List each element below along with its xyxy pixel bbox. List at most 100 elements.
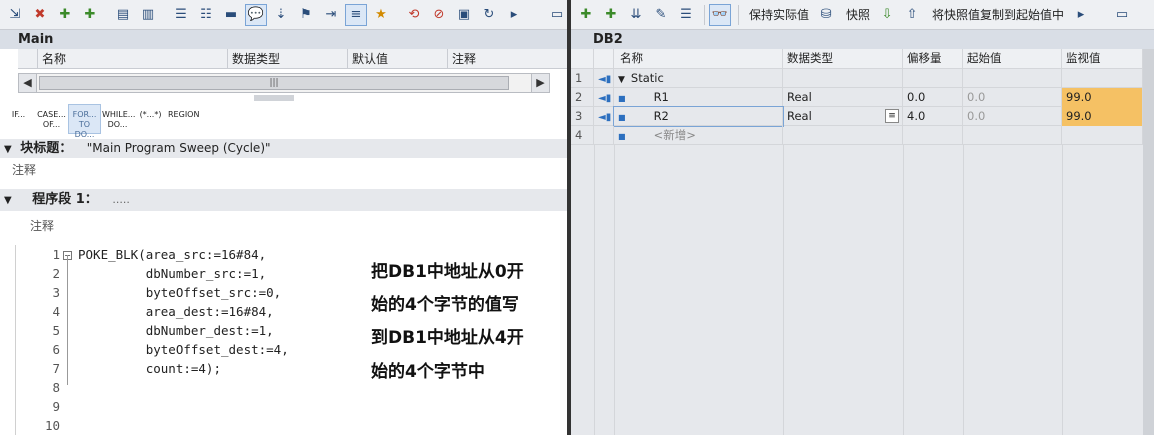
snapshot-button[interactable]: 快照: [840, 6, 876, 23]
code-line[interactable]: POKE_BLK(area_src:=16#84,: [78, 247, 266, 266]
db-row[interactable]: 3 ◄▮ ■ R2 Real ≡ 4.0 0.0 99.0: [571, 106, 1143, 127]
open-block-icon[interactable]: ▥: [137, 4, 159, 26]
row-datatype[interactable]: Real ≡: [783, 107, 903, 126]
download-icon[interactable]: ⇩: [876, 4, 898, 26]
insert-block-icon[interactable]: ▤: [112, 4, 134, 26]
row-name[interactable]: ■ R2: [613, 106, 784, 127]
add-row-icon[interactable]: ✚: [79, 4, 101, 26]
expand-arrow-icon[interactable]: ▼: [618, 75, 625, 85]
row-start-value[interactable]: 0.0: [963, 88, 1062, 107]
comments-icon[interactable]: 💬: [245, 3, 267, 26]
scroll-left-icon[interactable]: ◀: [19, 74, 37, 92]
splitter-handle[interactable]: [254, 95, 294, 101]
list-icon[interactable]: ☰: [675, 4, 697, 26]
row-offset[interactable]: [903, 126, 963, 145]
db-row[interactable]: 2 ◄▮ ■ R1 Real 0.0 0.0 99.0: [571, 88, 1143, 107]
monitor-all-icon[interactable]: 👓: [709, 3, 731, 26]
db-table-header: 名称 数据类型 偏移量 起始值 监视值: [571, 49, 1143, 69]
window-icon[interactable]: ▭: [546, 4, 568, 26]
monitor-icon[interactable]: ⟲: [403, 4, 425, 26]
col-default[interactable]: 默认值: [348, 49, 448, 68]
row-offset[interactable]: 4.0: [903, 107, 963, 126]
snapshot-db-icon[interactable]: ⛁: [815, 4, 837, 26]
insert-row-icon[interactable]: ✚: [54, 4, 76, 26]
block-comment[interactable]: 注释: [12, 161, 36, 178]
expand-icon[interactable]: ⇊: [625, 4, 647, 26]
network-header[interactable]: ▼ 程序段 1： .....: [0, 189, 567, 211]
instr-comment[interactable]: (*...*): [134, 104, 167, 134]
bookmark-icon[interactable]: ⚑: [295, 4, 317, 26]
row-offset[interactable]: [903, 69, 963, 88]
upload-icon[interactable]: ⇧: [901, 4, 923, 26]
db-row[interactable]: 1 ◄▮ ▼ Static: [571, 69, 1143, 88]
add-row-icon[interactable]: ✚: [575, 4, 597, 26]
network-title[interactable]: .....: [102, 193, 129, 206]
refresh-icon[interactable]: ↻: [478, 4, 500, 26]
copy-snapshot-button[interactable]: 将快照值复制到起始值中: [926, 6, 1070, 23]
col-offset[interactable]: 偏移量: [903, 49, 963, 68]
horizontal-scrollbar[interactable]: ◀ ||| ▶: [18, 73, 550, 93]
collapse-icon[interactable]: ▼: [0, 144, 12, 155]
keep-actual-values-button[interactable]: 保持实际值: [743, 6, 815, 23]
code-line[interactable]: byteOffset_dest:=4,: [78, 342, 289, 361]
insert-row-icon[interactable]: ✚: [600, 4, 622, 26]
scroll-right-icon[interactable]: ▶: [531, 74, 549, 92]
datatype-picker-icon[interactable]: ≡: [885, 109, 899, 123]
jump-icon[interactable]: ⇣: [270, 4, 292, 26]
row-monitor-value[interactable]: 99.0: [1062, 107, 1143, 126]
window-icon[interactable]: ▭: [1111, 4, 1133, 26]
instr-if[interactable]: IF...: [2, 104, 35, 134]
row-datatype[interactable]: [783, 69, 903, 88]
col-name[interactable]: 名称: [38, 49, 228, 68]
watch-table-icon[interactable]: ▣: [453, 4, 475, 26]
row-monitor-value[interactable]: 99.0: [1062, 88, 1143, 107]
scl-code-editor[interactable]: − 1POKE_BLK(area_src:=16#84,2 dbNumber_s…: [15, 245, 567, 435]
instr-case[interactable]: CASE... OF...: [35, 104, 68, 134]
block-title-section[interactable]: ▼ 块标题： "Main Program Sweep (Cycle)": [0, 139, 567, 158]
row-name[interactable]: ■ <新增>: [614, 126, 783, 145]
row-monitor-value[interactable]: [1062, 69, 1143, 88]
code-line[interactable]: dbNumber_dest:=1,: [78, 323, 274, 342]
row-offset[interactable]: 0.0: [903, 88, 963, 107]
code-line[interactable]: dbNumber_src:=1,: [78, 266, 266, 285]
comment-toggle-icon[interactable]: ≡: [345, 3, 367, 26]
col-name[interactable]: 名称: [614, 49, 783, 68]
goto-bookmark-icon[interactable]: ⇥: [320, 4, 342, 26]
scroll-thumb[interactable]: |||: [39, 76, 509, 90]
row-monitor-value[interactable]: [1062, 126, 1143, 145]
col-datatype[interactable]: 数据类型: [228, 49, 348, 68]
row-start-value[interactable]: [963, 126, 1062, 145]
insert-network-icon[interactable]: ⇲: [4, 4, 26, 26]
delete-network-icon[interactable]: ✖: [29, 4, 51, 26]
outdent-icon[interactable]: ☷: [195, 4, 217, 26]
col-start-value[interactable]: 起始值: [963, 49, 1062, 68]
code-line[interactable]: byteOffset_src:=0,: [78, 285, 281, 304]
network-comment[interactable]: 注释: [30, 217, 54, 234]
col-monitor-value[interactable]: 监视值: [1062, 49, 1143, 68]
instr-for[interactable]: FOR... TO DO...: [68, 104, 101, 139]
code-line[interactable]: count:=4);: [78, 361, 221, 380]
row-datatype[interactable]: Real: [783, 88, 903, 107]
instr-while[interactable]: WHILE... DO...: [101, 104, 135, 134]
network-view-icon[interactable]: ▬: [220, 4, 242, 26]
row-start-value[interactable]: 0.0: [963, 107, 1062, 126]
code-line[interactable]: area_dest:=16#84,: [78, 304, 274, 323]
vertical-scrollbar[interactable]: [1143, 49, 1154, 435]
row-start-value[interactable]: [963, 69, 1062, 88]
col-comment[interactable]: 注释: [448, 49, 567, 68]
row-datatype[interactable]: [783, 126, 903, 145]
more-icon[interactable]: ▸: [503, 4, 525, 26]
network-collapse-icon[interactable]: ▼: [0, 195, 12, 206]
favorites-icon[interactable]: ★: [370, 4, 392, 26]
indent-icon[interactable]: ☰: [170, 4, 192, 26]
row-name[interactable]: ▼ Static: [614, 69, 783, 88]
col-datatype[interactable]: 数据类型: [783, 49, 903, 68]
db-row[interactable]: 4 ■ <新增>: [571, 126, 1143, 145]
stop-monitor-icon[interactable]: ⊘: [428, 4, 450, 26]
instr-region[interactable]: REGION: [167, 104, 200, 134]
block-title-value[interactable]: "Main Program Sweep (Cycle)": [77, 141, 271, 155]
more-icon[interactable]: ▸: [1070, 4, 1092, 26]
row-name[interactable]: ■ R1: [614, 88, 783, 107]
grid-line: [783, 144, 784, 435]
edit-icon[interactable]: ✎: [650, 4, 672, 26]
